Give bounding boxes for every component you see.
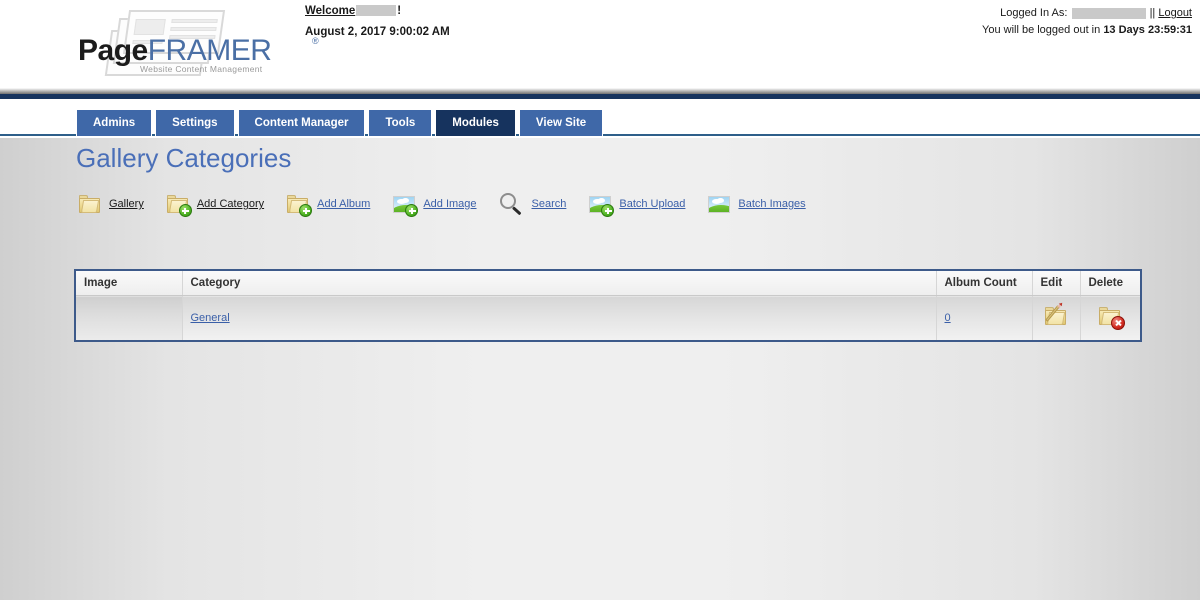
column-header-delete: Delete <box>1080 271 1140 296</box>
plus-badge-icon <box>601 204 615 217</box>
toolbar-label-add-album: Add Album <box>317 198 371 210</box>
logout-countdown-value: 13 Days 23:59:31 <box>1103 24 1192 36</box>
logged-in-label: Logged In As: <box>1000 7 1068 19</box>
toolbar-label-add-image: Add Image <box>423 198 477 210</box>
logo-tagline: Website Content Management <box>140 64 263 74</box>
welcome-label[interactable]: Welcome <box>305 5 355 17</box>
toolbar-label-search: Search <box>531 198 567 210</box>
toolbar-item-add-album[interactable]: Add Album <box>286 193 371 217</box>
toolbar-item-add-image[interactable]: Add Image <box>392 193 477 217</box>
magnifier-icon <box>499 192 525 216</box>
category-link-general[interactable]: General <box>191 312 230 324</box>
plus-badge-icon <box>299 204 313 217</box>
nav-tab-list: Admins Settings Content Manager Tools Mo… <box>76 109 606 136</box>
logo-word-framer: FRAMER <box>147 34 272 67</box>
logout-link[interactable]: Logout <box>1158 7 1192 19</box>
current-datetime: August 2, 2017 9:00:02 AM <box>305 26 450 38</box>
folder-add-icon <box>286 193 313 217</box>
column-header-edit: Edit <box>1032 271 1081 296</box>
folder-add-icon <box>166 193 192 217</box>
page-root: PageFRAMER ® Website Content Management … <box>0 0 1200 600</box>
plus-badge-icon <box>405 204 419 217</box>
toolbar-item-gallery[interactable]: Gallery <box>78 193 144 215</box>
folder-delete-icon[interactable] <box>1098 305 1126 331</box>
nav-tab-tools[interactable]: Tools <box>368 109 433 136</box>
cell-category: General <box>182 295 937 340</box>
nav-tab-settings[interactable]: Settings <box>155 109 235 136</box>
plus-badge-icon <box>178 204 192 217</box>
page-title: Gallery Categories <box>76 143 292 173</box>
logged-in-line: Logged In As: || Logout <box>982 5 1192 22</box>
column-header-album-count: Album Count <box>936 271 1033 296</box>
image-add-icon <box>588 193 615 217</box>
table-row: General 0 <box>76 295 1140 340</box>
column-header-image: Image <box>76 271 183 296</box>
toolbar-label-batch-images: Batch Images <box>738 198 806 210</box>
pageframer-logo[interactable]: PageFRAMER ® Website Content Management <box>78 8 319 86</box>
folder-icon <box>78 193 102 215</box>
cell-edit <box>1032 295 1081 340</box>
gallery-categories-table: Image Category Album Count Edit Delete G… <box>74 269 1142 342</box>
page-content: Gallery Categories Gallery Add Category <box>0 138 1200 600</box>
toolbar-item-batch-upload[interactable]: Batch Upload <box>588 193 686 217</box>
table-header-row: Image Category Album Count Edit Delete <box>76 271 1140 296</box>
folder-edit-icon[interactable] <box>1044 305 1068 327</box>
nav-tab-view-site[interactable]: View Site <box>518 109 604 136</box>
welcome-line: Welcome! <box>305 3 450 19</box>
nav-tab-admins[interactable]: Admins <box>76 109 153 136</box>
gallery-toolbar: Gallery Add Category Add Album Add Image… <box>78 192 828 217</box>
logged-in-username-redacted <box>1071 7 1146 19</box>
login-separator: || <box>1149 7 1156 19</box>
welcome-username-redacted <box>356 5 397 17</box>
page-header: PageFRAMER ® Website Content Management … <box>0 0 1200 94</box>
toolbar-item-add-category[interactable]: Add Category <box>166 193 265 217</box>
logo-word-page: Page <box>78 34 148 67</box>
nav-tab-modules[interactable]: Modules <box>435 109 516 136</box>
cell-album-count: 0 <box>936 295 1033 340</box>
toolbar-label-gallery: Gallery <box>109 198 144 210</box>
image-add-icon <box>392 193 419 217</box>
album-count-link[interactable]: 0 <box>945 312 951 324</box>
main-navigation: Admins Settings Content Manager Tools Mo… <box>0 99 1200 136</box>
logout-notice-prefix: You will be logged out in <box>982 24 1101 36</box>
toolbar-item-batch-images[interactable]: Batch Images <box>707 193 806 215</box>
welcome-block: Welcome! August 2, 2017 9:00:02 AM <box>305 3 450 38</box>
welcome-suffix: ! <box>397 5 402 17</box>
toolbar-label-add-category: Add Category <box>196 198 265 210</box>
logout-countdown-line: You will be logged out in 13 Days 23:59:… <box>982 22 1192 39</box>
column-header-category: Category <box>182 271 937 296</box>
toolbar-item-search[interactable]: Search <box>499 192 567 216</box>
delete-badge-icon <box>1111 316 1126 331</box>
image-icon <box>707 193 731 215</box>
cell-delete <box>1080 295 1140 340</box>
nav-tab-content-manager[interactable]: Content Manager <box>237 109 366 136</box>
logo-wordmark: PageFRAMER <box>78 34 272 68</box>
toolbar-label-batch-upload: Batch Upload <box>619 198 686 210</box>
cell-image <box>76 295 183 340</box>
login-info-block: Logged In As: || Logout You will be logg… <box>982 5 1192 39</box>
